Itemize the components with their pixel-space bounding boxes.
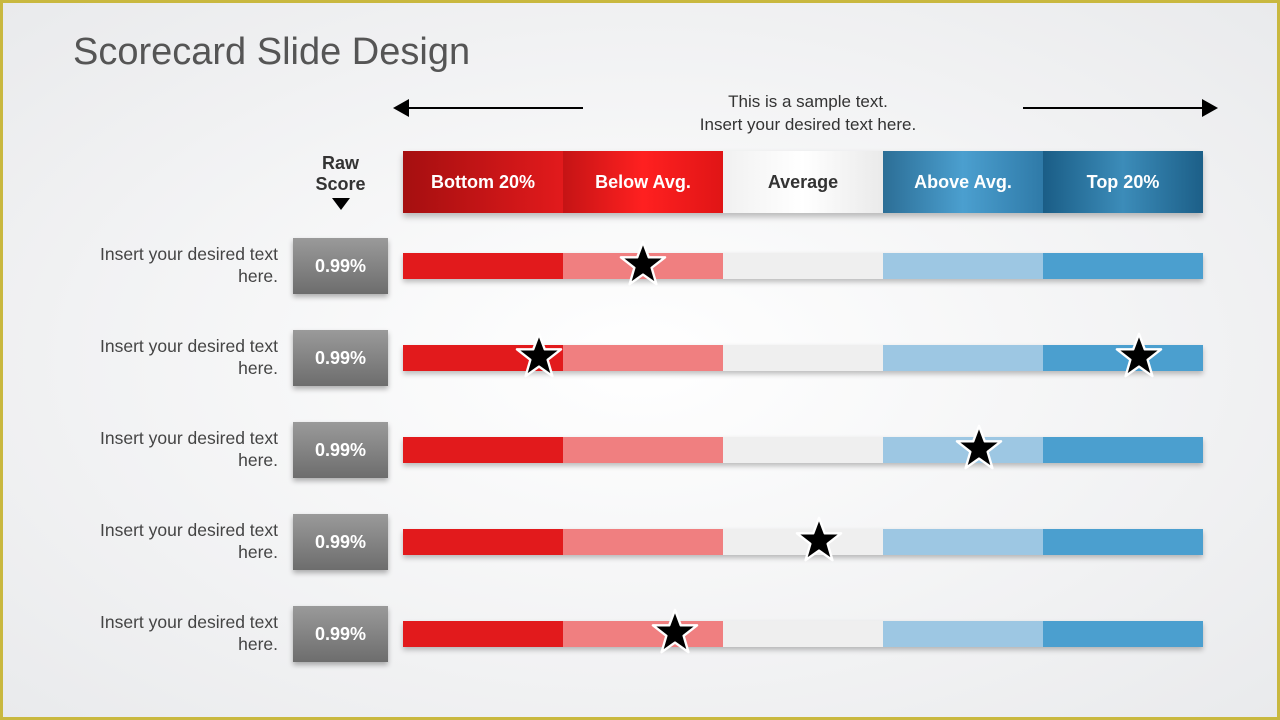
scorecard-row: Insert your desired text here. 0.99% bbox=[78, 238, 1208, 294]
star-icon bbox=[651, 608, 699, 656]
bar-segment-0 bbox=[403, 437, 563, 463]
scorecard-row: Insert your desired text here. 0.99% bbox=[78, 606, 1208, 662]
bar-segment-2 bbox=[723, 621, 883, 647]
star-icon bbox=[795, 516, 843, 564]
bar-segment-2 bbox=[723, 345, 883, 371]
row-label: Insert your desired text here. bbox=[78, 244, 278, 288]
bar-segment-0 bbox=[403, 529, 563, 555]
bar-segment-3 bbox=[883, 345, 1043, 371]
arrow-right-icon bbox=[1202, 99, 1218, 117]
category-header-row: Bottom 20%Below Avg.AverageAbove Avg.Top… bbox=[403, 151, 1203, 213]
scorecard-row: Insert your desired text here. 0.99% bbox=[78, 422, 1208, 478]
bar-segment-4 bbox=[1043, 437, 1203, 463]
category-header-0: Bottom 20% bbox=[403, 151, 563, 213]
score-bar bbox=[403, 253, 1203, 279]
bar-segment-4 bbox=[1043, 529, 1203, 555]
header-line1: This is a sample text. bbox=[413, 91, 1203, 114]
raw-score-value: 0.99% bbox=[293, 238, 388, 294]
arrow-line-right bbox=[1023, 107, 1203, 109]
bar-segment-0 bbox=[403, 621, 563, 647]
bar-segment-4 bbox=[1043, 253, 1203, 279]
star-icon bbox=[619, 240, 667, 288]
header-caption: This is a sample text. Insert your desir… bbox=[413, 91, 1203, 137]
score-bar bbox=[403, 437, 1203, 463]
bar-segment-3 bbox=[883, 529, 1043, 555]
bar-segment-4 bbox=[1043, 621, 1203, 647]
chevron-down-icon bbox=[332, 198, 350, 210]
row-label: Insert your desired text here. bbox=[78, 520, 278, 564]
category-header-4: Top 20% bbox=[1043, 151, 1203, 213]
slide-title: Scorecard Slide Design bbox=[73, 31, 470, 74]
category-header-2: Average bbox=[723, 151, 883, 213]
category-header-3: Above Avg. bbox=[883, 151, 1043, 213]
bar-segment-1 bbox=[563, 437, 723, 463]
score-bar bbox=[403, 621, 1203, 647]
star-icon bbox=[515, 332, 563, 380]
raw-score-value: 0.99% bbox=[293, 514, 388, 570]
row-label: Insert your desired text here. bbox=[78, 428, 278, 472]
bar-segment-1 bbox=[563, 529, 723, 555]
row-label: Insert your desired text here. bbox=[78, 336, 278, 380]
header-line2: Insert your desired text here. bbox=[413, 114, 1203, 137]
row-label: Insert your desired text here. bbox=[78, 612, 278, 656]
bar-segment-2 bbox=[723, 253, 883, 279]
star-icon bbox=[1115, 332, 1163, 380]
scorecard-row: Insert your desired text here. 0.99% bbox=[78, 514, 1208, 570]
raw-score-value: 0.99% bbox=[293, 422, 388, 478]
bar-segment-0 bbox=[403, 253, 563, 279]
bar-segment-2 bbox=[723, 437, 883, 463]
raw-score-value: 0.99% bbox=[293, 330, 388, 386]
category-header-1: Below Avg. bbox=[563, 151, 723, 213]
bar-segment-1 bbox=[563, 621, 723, 647]
raw-score-header: Raw Score bbox=[293, 153, 388, 210]
raw-score-label: Raw Score bbox=[315, 153, 365, 194]
bar-segment-3 bbox=[883, 621, 1043, 647]
bar-segment-3 bbox=[883, 253, 1043, 279]
raw-score-value: 0.99% bbox=[293, 606, 388, 662]
star-icon bbox=[955, 424, 1003, 472]
bar-segment-1 bbox=[563, 345, 723, 371]
scorecard-row: Insert your desired text here. 0.99% bbox=[78, 330, 1208, 386]
